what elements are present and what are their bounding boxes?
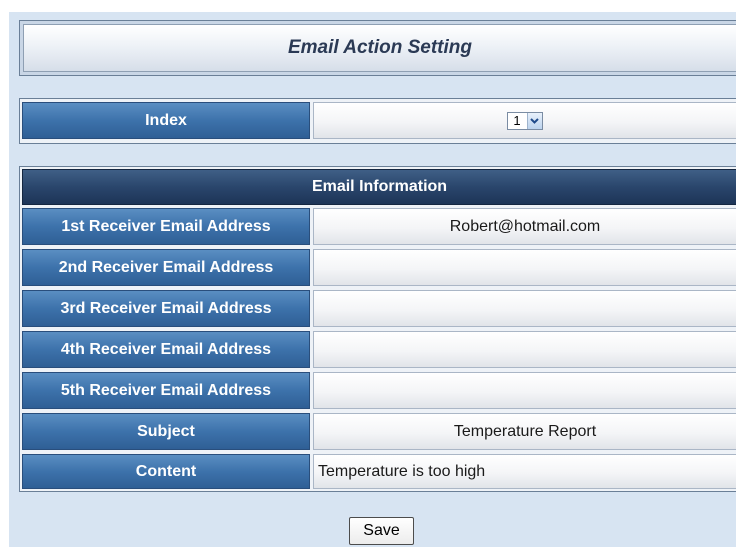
- index-label: Index: [22, 102, 310, 139]
- email-info-table: Email Information 1st Receiver Email Add…: [19, 166, 736, 492]
- receiver-5-label: 5th Receiver Email Address: [22, 372, 310, 409]
- receiver-3-label: 3rd Receiver Email Address: [22, 290, 310, 327]
- chevron-down-icon[interactable]: [526, 112, 542, 129]
- title-bar: Email Action Setting: [23, 24, 736, 72]
- content-field[interactable]: Temperature is too high: [313, 454, 736, 489]
- page-title: Email Action Setting: [287, 37, 473, 58]
- index-select-value: 1: [513, 113, 521, 128]
- save-button[interactable]: Save: [349, 517, 414, 545]
- receiver-3-field[interactable]: [313, 290, 736, 327]
- index-select[interactable]: 1: [507, 111, 543, 130]
- subject-label: Subject: [22, 413, 310, 450]
- index-cell: 1: [313, 102, 736, 139]
- receiver-2-field[interactable]: [313, 249, 736, 286]
- settings-panel: Email Action Setting Index 1 Email Infor…: [9, 12, 736, 547]
- table-row: Subject Temperature Report: [22, 413, 736, 450]
- receiver-4-label: 4th Receiver Email Address: [22, 331, 310, 368]
- table-row: Content Temperature is too high: [22, 454, 736, 489]
- receiver-5-field[interactable]: [313, 372, 736, 409]
- table-row: 4th Receiver Email Address: [22, 331, 736, 368]
- table-row: 5th Receiver Email Address: [22, 372, 736, 409]
- content-label: Content: [22, 454, 310, 489]
- receiver-1-field[interactable]: Robert@hotmail.com: [313, 208, 736, 245]
- email-info-header: Email Information: [22, 169, 736, 205]
- index-table: Index 1: [19, 98, 736, 144]
- receiver-4-field[interactable]: [313, 331, 736, 368]
- table-row: 3rd Receiver Email Address: [22, 290, 736, 327]
- title-box: Email Action Setting: [19, 20, 736, 76]
- index-row: Index 1: [22, 102, 736, 139]
- table-row: 1st Receiver Email Address Robert@hotmai…: [22, 208, 736, 245]
- subject-field[interactable]: Temperature Report: [313, 413, 736, 450]
- receiver-1-label: 1st Receiver Email Address: [22, 208, 310, 245]
- table-row: 2nd Receiver Email Address: [22, 249, 736, 286]
- receiver-2-label: 2nd Receiver Email Address: [22, 249, 310, 286]
